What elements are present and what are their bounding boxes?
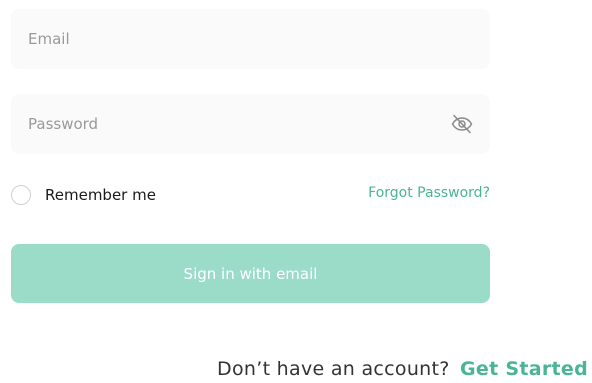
remember-me-radio[interactable] (11, 185, 31, 205)
eye-off-icon[interactable] (450, 112, 474, 136)
email-input[interactable] (11, 9, 490, 69)
sign-in-button[interactable]: Sign in with email (11, 244, 490, 303)
remember-me-toggle[interactable]: Remember me (11, 183, 156, 207)
remember-me-label: Remember me (45, 186, 156, 204)
password-input[interactable] (11, 94, 490, 154)
get-started-link[interactable]: Get Started (460, 358, 588, 380)
login-form: Remember me Forgot Password? Sign in wit… (0, 0, 592, 383)
signup-prompt: Don’t have an account? Get Started (217, 358, 588, 380)
signup-prompt-text: Don’t have an account? (217, 358, 450, 380)
forgot-password-link[interactable]: Forgot Password? (368, 185, 490, 201)
email-field-container (11, 9, 490, 69)
password-field-container (11, 94, 490, 154)
